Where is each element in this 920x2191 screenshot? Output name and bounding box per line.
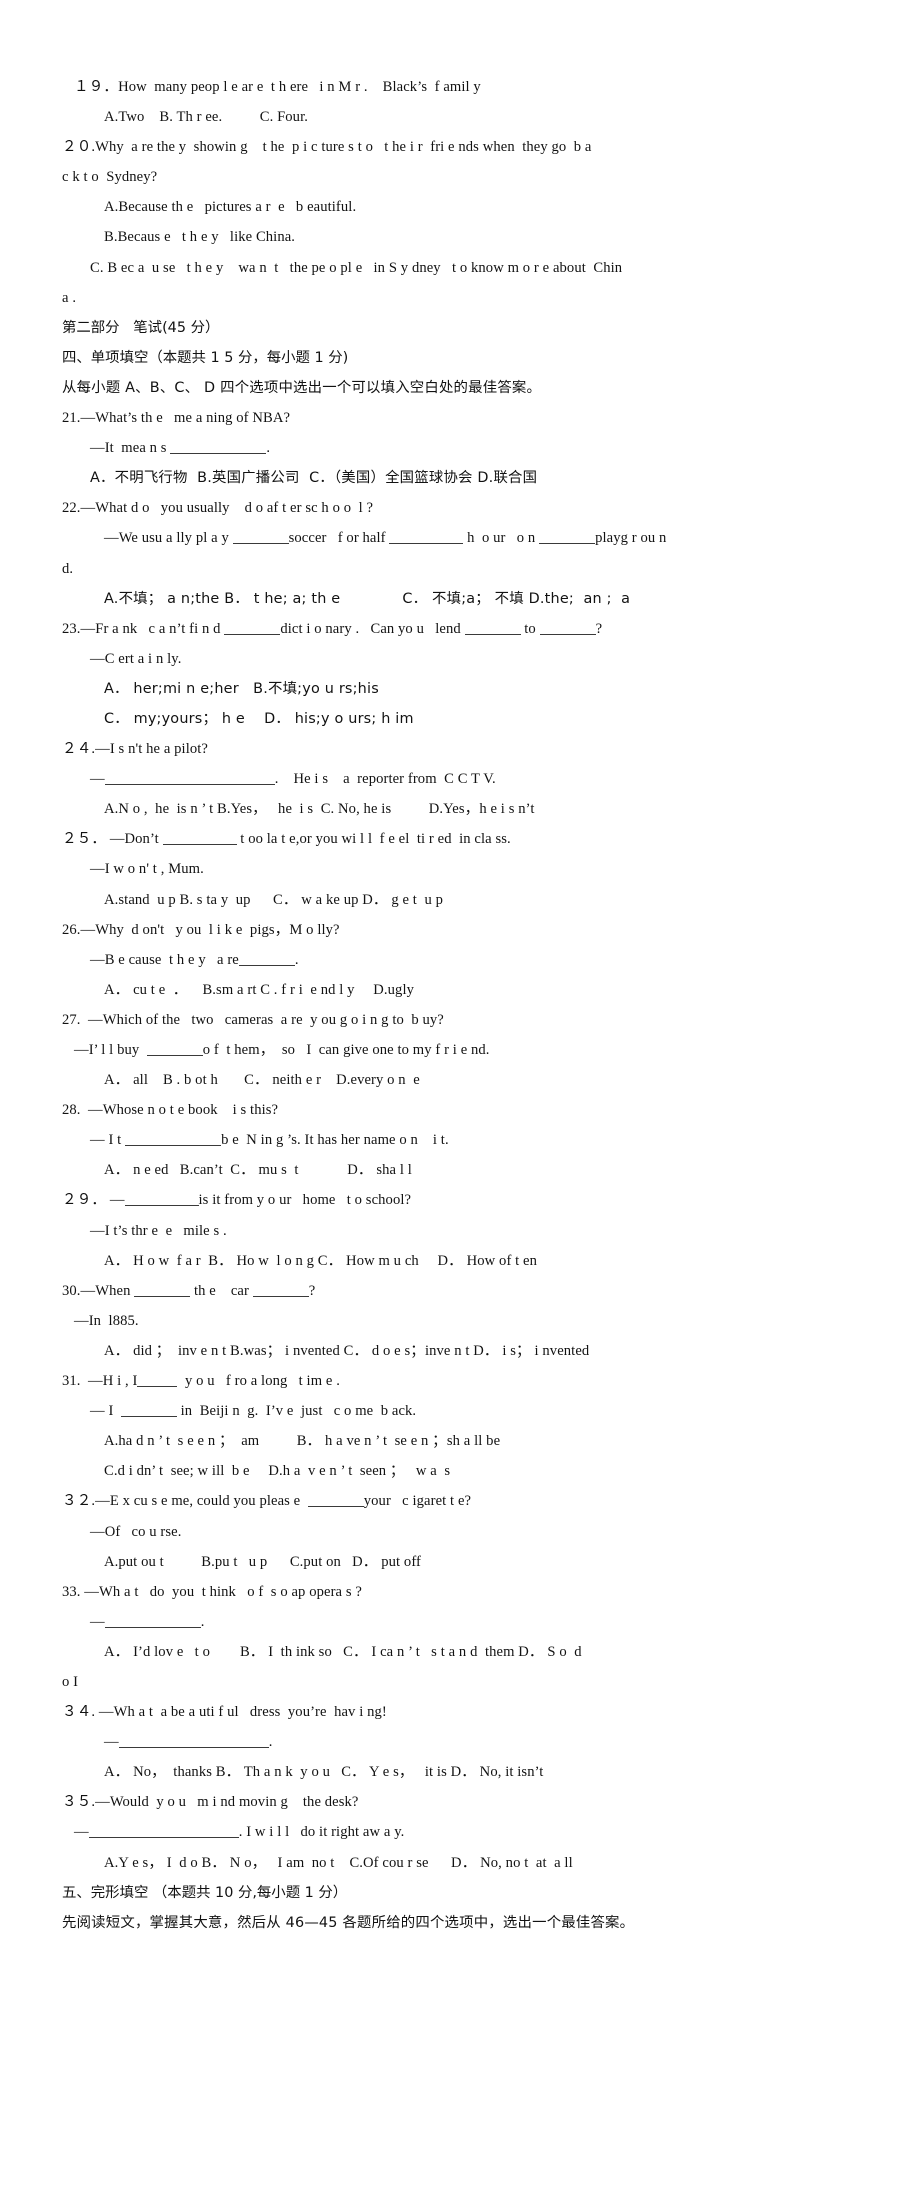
question-23-options-cd: C． my;yours； h e D． his;y o urs; h im [104, 710, 414, 727]
answer-blank[interactable] [170, 453, 267, 455]
answer-blank[interactable] [125, 1145, 222, 1147]
question-28-stem: 28. —Whose n o t e book i s this? [62, 1102, 279, 1119]
answer-blank[interactable] [137, 1386, 178, 1388]
question-26-stem: 26.—Why d on't y ou l i k e pigs，M o lly… [62, 921, 340, 938]
question-27-options: A． all B . b ot h C． neith e r D.every o… [104, 1072, 420, 1089]
question-33-options-line1: A． I’d lov e t o B． I th ink so C． I ca … [104, 1643, 582, 1660]
question-33-stem: 33. —Wh a t do you t hink o f s o ap ope… [62, 1583, 362, 1600]
question-34-reply: —. [104, 1734, 273, 1751]
question-28-reply: — I t b e N in g ’s. It has her name o n… [90, 1132, 449, 1149]
question-28-options: A． n e ed B.can’t C． mu s t D． sha l l [104, 1162, 412, 1179]
question-32-options: A.put ou t B.pu t u p C.put on D． put of… [104, 1553, 421, 1570]
answer-blank[interactable] [162, 844, 237, 846]
answer-blank[interactable] [464, 633, 521, 635]
question-22-stem: 22.—What d o you usually d o af t er sc … [62, 500, 374, 517]
answer-blank[interactable] [232, 543, 289, 545]
section-five-heading: 五、完形填空 （本题共 10 分,每小题 1 分） [62, 1884, 348, 1901]
question-26-options: A． cu t e ． B.sm a rt C . f r i e nd l y… [104, 981, 415, 998]
exam-page: １９．How many peop l e ar e t h ere i n M … [0, 0, 920, 2191]
section-five-instruction: 先阅读短文，掌握其大意，然后从 46—45 各题所给的四个选项中，选出一个最佳答… [62, 1914, 635, 1931]
answer-blank[interactable] [224, 633, 281, 635]
question-19-stem: １９．How many peop l e ar e t h ere i n M … [74, 79, 481, 95]
question-30-options: A． did ； inv e n t B.was； i nvented C． d… [104, 1342, 590, 1359]
question-22-reply-line2: d. [62, 560, 74, 577]
question-21-stem: 21.—What’s th e me a ning of NBA? [62, 410, 291, 427]
answer-blank[interactable] [238, 964, 295, 966]
answer-blank[interactable] [88, 1837, 239, 1839]
question-29-reply: —I t’s thr e e mile s . [90, 1222, 227, 1239]
answer-blank[interactable] [146, 1055, 203, 1056]
answer-blank[interactable] [539, 543, 596, 545]
question-22-options: A.不填； a n;the B． t he; a; th e C． 不填;a； … [104, 590, 631, 607]
question-34-options: A． No， thanks B． Th a n k y o u C． Y e s… [104, 1764, 544, 1781]
answer-blank[interactable] [120, 1416, 177, 1418]
question-20-stem-line1: ２０.Why a re the y showin g t he p i c tu… [62, 139, 592, 156]
section-four-heading: 四、单项填空（本题共 1 5 分，每小题 1 分) [62, 349, 349, 366]
question-30-stem: 30.—When th e car ? [62, 1282, 316, 1299]
question-19-options: A.Two B. Th r ee. C. Four. [104, 109, 308, 126]
question-24-stem: ２４.—I s n't he a pilot? [62, 741, 208, 758]
answer-blank[interactable] [389, 543, 464, 545]
question-32-reply: —Of co u rse. [90, 1523, 182, 1540]
question-27-reply: —I’ l l buy o f t hem， so I can give one… [74, 1042, 490, 1058]
question-35-stem: ３５.—Would y o u m i nd movin g the desk? [62, 1794, 359, 1811]
answer-blank[interactable] [539, 633, 596, 635]
question-20-option-b: B.Becaus e t h e y like China. [104, 229, 296, 246]
question-21-options: A．不明飞行物 B.英国广播公司 C．（美国）全国篮球协会 D.联合国 [90, 470, 538, 487]
question-20-option-c-line1: C. B ec a u se t h e y wa n t the pe o p… [90, 259, 623, 276]
question-20-option-c-line2: a . [62, 289, 77, 306]
question-20-option-a: A.Because th e pictures a r e b eautiful… [104, 199, 357, 216]
question-21-reply: —It mea n s . [90, 440, 271, 457]
question-31-options-cd: C.d i dn’ t see; w ill b e D.h a v e n ’… [104, 1463, 451, 1480]
section-four-instruction: 从每小题 A、B、C、 D 四个选项中选出一个可以填入空白处的最佳答案。 [62, 379, 542, 396]
question-25-reply: —I w o n' t , Mum. [90, 861, 204, 878]
answer-blank[interactable] [252, 1295, 309, 1297]
question-23-reply: —C ert a i n ly. [90, 650, 182, 667]
question-33-options-line2: o I [62, 1673, 79, 1690]
question-22-reply-line1: —We usu a lly pl a y soccer f or half h … [104, 530, 667, 547]
question-31-options-ab: A.ha d n ’ t s e e n ； am B． h a ve n ’ … [104, 1433, 501, 1450]
question-20-stem-line2: c k t o Sydney? [62, 169, 158, 186]
question-35-reply: —. I w i l l do it right aw a y. [74, 1824, 405, 1841]
question-34-stem: ３４. —Wh a t a be a uti f ul dress you’re… [62, 1704, 387, 1721]
question-23-options-ab: A． her;mi n e;her B.不填;yo u rs;his [104, 680, 379, 697]
question-35-options: A.Y e s， I d o B． N o， I am no t C.Of co… [104, 1854, 573, 1871]
question-30-reply: —In l885. [74, 1312, 139, 1329]
question-24-options: A.N o , he is n ’ t B.Yes， he i s C. No,… [104, 801, 535, 818]
question-29-options: A． H o w f a r B． Ho w l o n g C． How m … [104, 1252, 538, 1269]
answer-blank[interactable] [134, 1295, 191, 1297]
part-two-heading: 第二部分 笔试(45 分） [62, 319, 220, 336]
answer-blank[interactable] [104, 1626, 201, 1628]
answer-blank[interactable] [104, 784, 275, 786]
question-31-reply: — I in Beiji n g. I’v e just c o me b ac… [90, 1403, 417, 1420]
question-27-stem: 27. —Which of the two cameras a re y ou … [62, 1011, 444, 1028]
question-29-stem: ２９． — is it from y o ur home t o school? [62, 1192, 412, 1209]
question-33-reply: —. [90, 1613, 205, 1630]
answer-blank[interactable] [307, 1506, 364, 1508]
question-25-options: A.stand u p B. s ta y up C． w a ke up D．… [104, 891, 443, 908]
question-26-reply: —B e cause t h e y a re. [90, 951, 299, 968]
question-31-stem: 31. —H i , I y o u f ro a long t im e . [62, 1373, 340, 1390]
answer-blank[interactable] [124, 1205, 199, 1207]
question-24-reply: —. He i s a reporter from C C T V. [90, 771, 496, 788]
answer-blank[interactable] [118, 1747, 269, 1749]
question-25-stem: ２５． —Don’t t oo la t e,or you wi l l f e… [62, 831, 511, 848]
question-32-stem: ３２.—E x cu s e me, could you pleas e you… [62, 1493, 472, 1510]
question-23-stem: 23.—Fr a nk c a n’t fi n d dict i o nary… [62, 620, 603, 637]
